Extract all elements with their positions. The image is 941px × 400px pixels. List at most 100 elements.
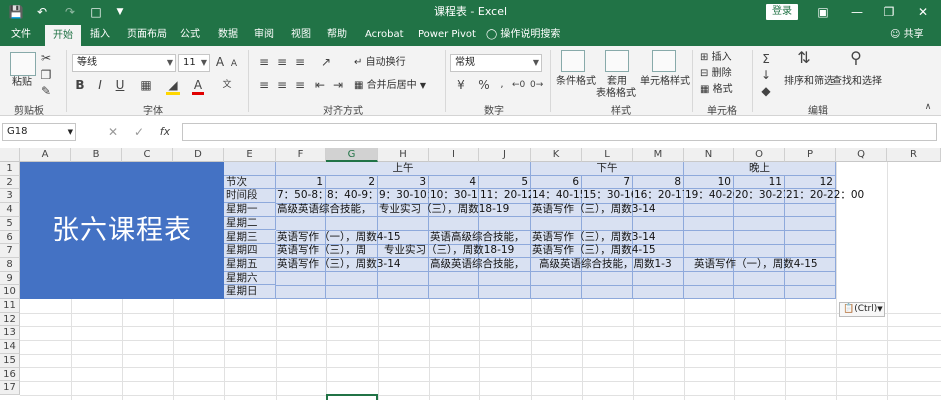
course-cell[interactable]: 英语写作（三），周数3-14 — [532, 203, 684, 217]
period-number[interactable]: 3 — [378, 175, 429, 190]
row-header-13[interactable]: 13 — [0, 326, 20, 341]
table-format-button-line1[interactable]: 套用 — [607, 76, 627, 88]
column-header-f[interactable]: F — [276, 148, 326, 162]
align-bottom-icon[interactable]: ≡ — [294, 55, 306, 69]
cell-e1[interactable] — [224, 162, 276, 176]
period-number[interactable]: 7 — [582, 175, 633, 190]
font-size-select[interactable]: 11 ▼ — [178, 54, 210, 72]
decrease-indent-icon[interactable]: ⇤ — [314, 78, 326, 92]
conditional-format-button[interactable]: 条件格式 — [556, 76, 596, 88]
column-header-o[interactable]: O — [734, 148, 785, 162]
paste-options-button[interactable]: 📋(Ctrl)▼ — [839, 302, 885, 317]
column-header-g[interactable]: G — [326, 148, 378, 162]
column-header-i[interactable]: I — [429, 148, 479, 162]
row-header-7[interactable]: 7 — [0, 244, 20, 258]
time-slot[interactable]: 20：30-21： — [735, 189, 785, 203]
row-header-4[interactable]: 4 — [0, 203, 20, 217]
clear-icon[interactable]: ◆ — [760, 84, 772, 98]
course-cell[interactable]: 英语写作（三），周数3-14 — [532, 231, 684, 245]
row-label-saturday[interactable]: 星期六 — [224, 271, 276, 286]
column-header-j[interactable]: J — [479, 148, 531, 162]
period-number[interactable]: 10 — [684, 175, 734, 190]
bold-icon[interactable]: B — [74, 78, 86, 92]
course-cell[interactable]: 高级英语综合技能， — [430, 258, 531, 272]
align-right-icon[interactable]: ≡ — [294, 78, 306, 92]
align-top-icon[interactable]: ≡ — [258, 55, 270, 69]
period-number[interactable]: 6 — [531, 175, 582, 190]
afternoon-header[interactable]: 下午 — [531, 162, 684, 176]
column-header-k[interactable]: K — [531, 148, 582, 162]
align-middle-icon[interactable]: ≡ — [276, 55, 288, 69]
active-cell-g18[interactable] — [326, 394, 378, 400]
phonetic-icon[interactable]: 文 — [221, 78, 233, 92]
row-header-14[interactable]: 14 — [0, 340, 20, 354]
sort-filter-button[interactable]: 排序和筛选 — [784, 76, 834, 88]
period-number[interactable]: 2 — [326, 175, 378, 190]
fill-icon[interactable]: ↓ — [760, 68, 772, 82]
period-number[interactable]: 12 — [785, 175, 836, 190]
row-header-10[interactable]: 10 — [0, 285, 20, 300]
row-label-wednesday[interactable]: 星期三 — [224, 230, 276, 245]
tab-home[interactable]: 开始 — [45, 25, 81, 46]
select-all-corner[interactable] — [0, 148, 20, 162]
row-header-8[interactable]: 8 — [0, 257, 20, 272]
share-button[interactable]: ☺ 共享 — [890, 24, 924, 46]
period-number[interactable]: 1 — [276, 175, 326, 190]
align-left-icon[interactable]: ≡ — [258, 78, 270, 92]
course-cell[interactable]: 英语写作（三），周 — [277, 244, 378, 258]
number-format-select[interactable]: 常规 ▼ — [450, 54, 542, 72]
period-number[interactable]: 4 — [429, 175, 479, 190]
save-icon[interactable]: 💾 — [6, 0, 26, 24]
insert-cells-button[interactable]: ⊞ 插入 — [700, 52, 732, 64]
course-cell[interactable]: 英语高级综合技能， — [430, 231, 531, 245]
column-header-e[interactable]: E — [224, 148, 276, 162]
time-slot[interactable]: 15：30-16： — [583, 189, 633, 203]
tab-view[interactable]: 视图 — [291, 24, 311, 46]
course-cell[interactable]: 专业实习（三），周数18-19 — [379, 203, 530, 217]
tab-acrobat[interactable]: Acrobat — [365, 24, 404, 46]
column-header-q[interactable]: Q — [836, 148, 887, 162]
table-format-button-line2[interactable]: 表格格式 — [596, 88, 636, 100]
orientation-icon[interactable]: ↗ — [320, 55, 332, 69]
time-slot[interactable]: 16：20-17： — [634, 189, 684, 203]
course-cell[interactable]: 英语写作（三），周数3-14 — [277, 258, 428, 272]
tab-help[interactable]: 帮助 — [327, 24, 347, 46]
row-header-15[interactable]: 15 — [0, 353, 20, 368]
column-header-r[interactable]: R — [887, 148, 941, 162]
time-slot[interactable]: 7：50-8： — [277, 189, 326, 203]
cell-styles-button[interactable]: 单元格样式 — [640, 76, 690, 88]
course-cell[interactable]: 英语写作（三），周数4-15 — [532, 244, 684, 258]
row-label-time[interactable]: 时间段 — [224, 189, 276, 204]
minimize-icon[interactable]: — — [842, 0, 872, 24]
period-number[interactable]: 11 — [734, 175, 785, 190]
course-cell[interactable]: 高级英语综合技能， — [277, 203, 378, 217]
format-painter-icon[interactable]: ✎ — [40, 84, 52, 98]
comma-icon[interactable]: , — [496, 78, 508, 92]
undo-icon[interactable]: ↶ — [32, 0, 52, 24]
schedule-title-cell[interactable]: 张六课程表 — [20, 162, 224, 299]
row-label-period[interactable]: 节次 — [224, 175, 276, 190]
italic-icon[interactable]: I — [94, 78, 106, 92]
course-cell[interactable]: 英语写作（一），周数4-15 — [277, 231, 428, 245]
evening-header[interactable]: 晚上 — [684, 162, 836, 176]
time-slot[interactable]: 19：40-20： — [685, 189, 734, 203]
tell-me-search[interactable]: ◯ 操作说明搜索 — [486, 24, 560, 46]
column-header-n[interactable]: N — [684, 148, 734, 162]
morning-header[interactable]: 上午 — [276, 162, 531, 176]
column-header-c[interactable]: C — [122, 148, 173, 162]
autosum-icon[interactable]: Σ — [760, 52, 772, 66]
row-header-16[interactable]: 16 — [0, 367, 20, 382]
row-header-3[interactable]: 3 — [0, 189, 20, 204]
tab-file[interactable]: 文件 — [11, 24, 31, 46]
time-slot[interactable]: 14：40-15： — [532, 189, 582, 203]
customize-toolbar-icon[interactable]: ▼ — [112, 0, 128, 24]
row-header-17[interactable]: 17 — [0, 381, 20, 395]
tab-page-layout[interactable]: 页面布局 — [127, 24, 167, 46]
formula-input[interactable] — [182, 123, 937, 141]
cut-icon[interactable]: ✂ — [40, 51, 52, 65]
borders-icon[interactable]: ▦ — [140, 78, 152, 92]
increase-font-icon[interactable]: A — [214, 55, 226, 69]
redo-icon[interactable]: ↷ — [60, 0, 80, 24]
collapse-ribbon-icon[interactable]: ∧ — [922, 100, 934, 114]
confirm-edit-icon[interactable]: ✓ — [133, 125, 145, 139]
